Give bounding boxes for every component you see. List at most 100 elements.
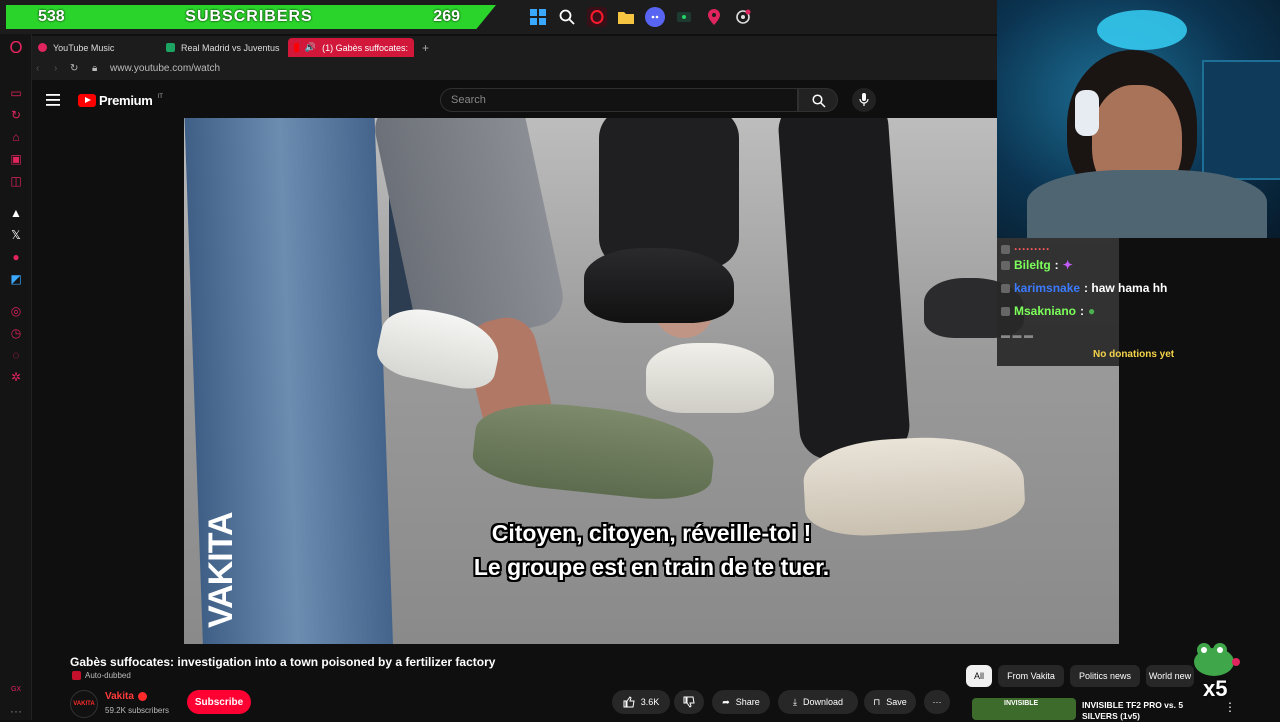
reload-icon[interactable]: ↻ [70,63,78,74]
frog-emote-icon [1192,640,1242,680]
logo-word: Premium [99,93,153,108]
white-sneaker [646,343,774,413]
emote-icon: ● [1088,304,1096,318]
youtube-header: Premium IT Search [32,82,998,118]
chat-badge-icon [1001,260,1010,270]
history-icon[interactable]: ◷ [9,326,23,340]
new-tab-button[interactable]: + [416,38,434,57]
auto-dubbed-badge: Auto-dubbed [72,671,131,680]
search-input[interactable]: Search [440,88,798,112]
tab-youtube-music[interactable]: YouTube Music [32,38,160,57]
sidebar-app-icon[interactable]: ◎ [9,304,23,318]
gx-icon: GX [10,685,22,693]
more-actions-button[interactable]: ··· [924,690,950,714]
back-icon[interactable]: ‹ [36,63,39,74]
microphone-icon[interactable] [852,88,876,112]
subtitle-line-2: Le groupe est en train de te tuer. [473,554,830,580]
youtube-premium-logo[interactable]: Premium IT [78,93,163,108]
chip-all[interactable]: All [966,665,992,687]
sidebar-app-icon[interactable]: ⌂ [9,130,23,144]
tab-real-madrid[interactable]: Real Madrid vs Juventus [160,38,286,57]
subscriber-count: 59.2K subscribers [105,706,170,715]
aria-icon[interactable]: ▲ [9,206,23,220]
logo-region: IT [157,93,163,100]
settings-icon[interactable] [733,7,753,27]
channel-name[interactable]: Vakita [105,691,134,702]
chat-user: karimsnake [1014,281,1081,295]
sheets-icon [166,43,175,52]
like-button[interactable]: 3.6K [612,690,670,714]
download-button[interactable]: ⤓ Download [778,690,858,714]
kebab-menu-icon[interactable]: ⋮ [1224,700,1236,714]
subtitle-line-1: Citoyen, citoyen, réveille-toi ! [491,520,812,546]
video-title: Gabès suffocates: investigation into a t… [70,655,496,669]
sidebar-app-icon[interactable]: ▭ [9,86,23,100]
black-skirt [599,118,739,268]
chat-text: : [1080,304,1085,318]
forward-icon[interactable]: › [54,63,57,74]
streamer-webcam [997,0,1280,238]
recommendation-title[interactable]: INVISIBLE TF2 PRO vs. 5 SILVERS (1v5) [1082,700,1192,722]
black-trouser-leg [776,118,912,462]
sidebar-app-icon[interactable]: ● [9,250,23,264]
more-icon[interactable]: ··· [9,704,23,718]
discord-icon[interactable] [645,7,665,27]
search-button[interactable] [798,88,838,112]
opera-menu-icon[interactable] [9,40,23,54]
chat-badge-icon [1001,283,1010,293]
chat-badge-icon [1001,306,1010,316]
dislike-button[interactable] [674,690,704,714]
download-label: Download [802,697,843,707]
tab-label: Real Madrid vs Juventus [181,42,280,53]
url-text[interactable]: www.youtube.com/watch [110,63,220,74]
auto-dubbed-label: Auto-dubbed [85,671,131,680]
menu-icon[interactable] [46,93,60,111]
opera-icon[interactable] [587,7,607,27]
chat-text: : [1054,258,1059,272]
search-icon[interactable] [557,7,577,27]
channel-avatar[interactable]: VAKITA [70,690,98,718]
chat-text: : haw hama hh [1084,281,1168,295]
thumbnail-text: INVISIBLE [1004,700,1039,707]
youtube-music-icon [38,43,47,52]
file-explorer-icon[interactable] [616,7,636,27]
windows-start-icon[interactable] [528,7,548,27]
chat-user: Msakniano [1014,304,1077,318]
chip-politics-news[interactable]: Politics news [1070,665,1140,687]
map-pin-icon[interactable] [704,7,724,27]
multiplier-badge: x5 [1203,676,1228,701]
youtube-icon [294,43,299,52]
streamer-shirt [1027,170,1267,238]
donations-status: No donations yet [1093,349,1175,360]
app-icon[interactable] [674,7,694,27]
thumbs-down-icon [683,696,695,708]
twitch-icon[interactable]: ▣ [9,152,23,166]
sidebar-app-icon[interactable]: ◌ [9,348,23,362]
sidebar-app-icon[interactable]: ◫ [9,174,23,188]
chat-message: Bileltg : ✦ [1001,258,1073,272]
x-icon[interactable]: 𝕏 [9,228,23,242]
right-gutter [1119,366,1280,646]
subscribe-button[interactable]: Subscribe [187,690,251,714]
video-player[interactable]: VAKITA Citoyen, citoyen, réveille-toi ! … [184,118,1119,644]
subscriber-goal-banner: 538 SUBSCRIBERS 269 [6,5,496,29]
settings-icon[interactable]: ✲ [9,370,23,384]
sidebar-app-icon[interactable]: ↻ [9,108,23,122]
chip-from-vakita[interactable]: From Vakita [998,665,1064,687]
like-count: 3.6K [640,697,660,707]
save-button[interactable]: ⊓ Save [864,690,916,714]
thumbs-up-icon [623,696,635,708]
share-button[interactable]: ➦ Share [712,690,770,714]
headset [1075,90,1099,136]
share-icon: ➦ [722,696,730,707]
tab-gabes-video[interactable]: 🔊 (1) Gabès suffocates: [288,38,414,57]
sidebar-app-icon[interactable]: ◩ [9,272,23,286]
youtube-play-icon [78,94,96,107]
tab-label: YouTube Music [53,42,115,53]
subscriber-label: SUBSCRIBERS [185,8,313,25]
subscriber-count-right: 269 [433,8,460,25]
chat-message: ········· [1001,242,1050,256]
recommendation-thumbnail[interactable]: INVISIBLE [972,698,1076,720]
share-label: Share [735,697,760,707]
chip-world-news[interactable]: World new [1146,665,1194,687]
